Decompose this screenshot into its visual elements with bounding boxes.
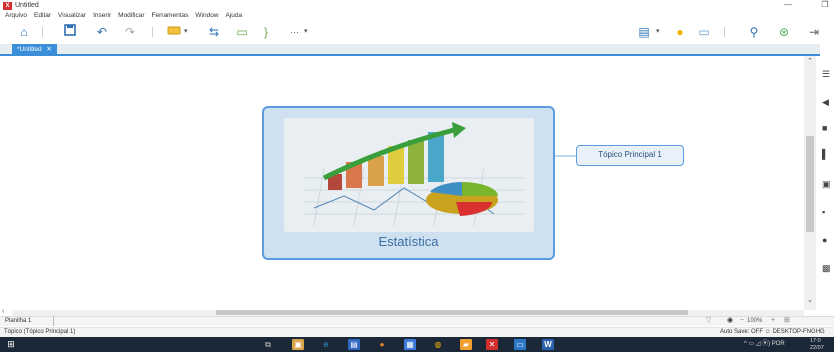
menu-bar: Arquivo Editar Visualizar Inserir Modifi… — [0, 11, 834, 20]
notes-panel-icon[interactable]: ▪ — [822, 206, 834, 218]
clock-time: 17:0 — [810, 338, 821, 344]
monitor-icon[interactable]: ▭ — [514, 339, 526, 350]
markers-icon[interactable]: ▌ — [822, 148, 834, 160]
comments-icon[interactable]: ● — [822, 234, 834, 246]
search-icon[interactable]: ⚲ — [746, 24, 762, 40]
mail-icon[interactable]: ▤ — [348, 339, 360, 350]
menu-editar[interactable]: Editar — [34, 11, 51, 20]
scroll-up-icon[interactable]: ⌃ — [804, 57, 816, 67]
autosave-status[interactable]: Auto Save: OFF ☺ DESKTOP-FNGHG — [720, 327, 825, 337]
summary-icon[interactable]: } — [258, 24, 274, 40]
photos-icon[interactable]: ▦ — [404, 339, 416, 350]
filter-icon[interactable]: ▽ — [706, 316, 711, 326]
clock-date: 22/07 — [810, 345, 824, 351]
xmind-logo-icon: X — [3, 2, 12, 10]
menu-ferramentas[interactable]: Ferramentas — [152, 11, 189, 20]
central-topic[interactable]: Estatística — [262, 106, 555, 260]
windows-taskbar — [0, 337, 834, 352]
more-icon[interactable]: ··· — [290, 24, 299, 40]
save-icon[interactable] — [62, 24, 78, 40]
redo-icon[interactable]: ↷ — [122, 24, 138, 40]
more-dropdown-chevron[interactable]: ▾ — [304, 24, 308, 40]
tray-icons: ^ ▭ ◿ ⦿) POR — [744, 341, 785, 347]
export-icon[interactable]: ⇥ — [806, 24, 822, 40]
task-view-icon[interactable]: ⧉ — [262, 339, 274, 350]
menu-visualizar[interactable]: Visualizar — [58, 11, 86, 20]
presentation-dropdown-chevron[interactable]: ▾ — [656, 24, 660, 40]
vertical-scroll-thumb[interactable] — [806, 136, 814, 232]
taskbar-clock[interactable]: 17:0 22/07 — [810, 337, 834, 352]
menu-inserir[interactable]: Inserir — [93, 11, 111, 20]
bulb-icon[interactable]: ● — [672, 24, 688, 40]
xmind-taskbar-icon[interactable]: ✕ — [486, 339, 498, 350]
icons-panel-icon[interactable]: ■ — [822, 122, 834, 134]
menu-ajuda[interactable]: Ajuda — [226, 11, 243, 20]
zoom-in-button[interactable]: + — [771, 316, 775, 326]
menu-modificar[interactable]: Modificar — [118, 11, 144, 20]
toolbar-divider — [724, 27, 725, 37]
sheet-tab-planilha-1[interactable]: Planilha 1 — [4, 316, 54, 326]
view-mode-icon[interactable]: ◉ — [727, 316, 733, 326]
format-icon[interactable]: ◀ — [822, 96, 834, 108]
outline-icon[interactable]: ☰ — [822, 68, 834, 80]
system-tray[interactable]: ^ ▭ ◿ ⦿) POR — [744, 337, 785, 352]
zoom-level[interactable]: 100% — [747, 316, 762, 326]
topic-icon[interactable] — [166, 24, 182, 40]
folder-icon[interactable]: ▰ — [460, 339, 472, 350]
fit-map-icon[interactable]: ⊞ — [784, 316, 790, 326]
task-icon[interactable]: ▩ — [822, 262, 834, 274]
subtopic-principal-1[interactable]: Tópico Principal 1 — [576, 145, 684, 166]
store-icon[interactable]: ▣ — [292, 339, 304, 350]
maximize-button[interactable]: ❐ — [818, 0, 832, 11]
menu-window[interactable]: Window — [195, 11, 218, 20]
media-icon[interactable]: ● — [376, 339, 388, 350]
tab-close-icon[interactable]: ✕ — [46, 46, 51, 53]
windows-start-icon[interactable]: ⊞ — [0, 337, 22, 352]
share-icon[interactable]: ⊛ — [776, 24, 792, 40]
toolbar-divider — [152, 27, 153, 37]
status-bar — [0, 327, 834, 337]
presentation-icon[interactable]: ▤ — [636, 24, 652, 40]
title-bar — [0, 0, 834, 11]
menu-arquivo[interactable]: Arquivo — [5, 11, 27, 20]
chrome-icon[interactable]: ◍ — [432, 339, 444, 350]
window-title: Untitled — [15, 2, 39, 9]
central-topic-label: Estatística — [378, 234, 439, 249]
document-tab-strip: *Untitled ✕ — [0, 44, 834, 56]
undo-icon[interactable]: ↶ — [94, 24, 110, 40]
toolbar-divider — [42, 27, 43, 37]
topic-dropdown-chevron[interactable]: ▾ — [184, 24, 188, 40]
selection-status: Tópico (Tópico Principal 1) — [4, 329, 76, 335]
notes-icon[interactable]: ▭ — [696, 24, 712, 40]
tab-untitled[interactable]: *Untitled ✕ — [12, 44, 57, 56]
word-icon[interactable]: W — [542, 339, 554, 350]
app-window: X Untitled — ❐ Arquivo Editar Visualizar… — [0, 0, 834, 352]
statistics-chart-image — [284, 118, 534, 232]
tab-label: *Untitled — [17, 46, 42, 53]
horizontal-scroll-thumb[interactable] — [216, 310, 688, 315]
minimize-button[interactable]: — — [781, 0, 795, 11]
home-icon[interactable]: ⌂ — [16, 24, 32, 40]
boundary-icon[interactable]: ▭ — [234, 24, 250, 40]
toolbar: ⌂ ↶ ↷ ▾ ⇆ ▭ } ··· ▾ ▤ ▾ ● ▭ ⚲ ⊛ ⇥ — [0, 20, 834, 44]
zoom-out-button[interactable]: − — [740, 316, 744, 326]
scroll-down-icon[interactable]: ⌄ — [804, 296, 816, 306]
edge-browser-icon[interactable]: e — [320, 339, 332, 350]
images-icon[interactable]: ▣ — [822, 178, 834, 190]
relationship-icon[interactable]: ⇆ — [206, 24, 222, 40]
right-side-panel: ☰ ◀ ■ ▌ ▣ ▪ ● ▩ — [820, 44, 834, 310]
